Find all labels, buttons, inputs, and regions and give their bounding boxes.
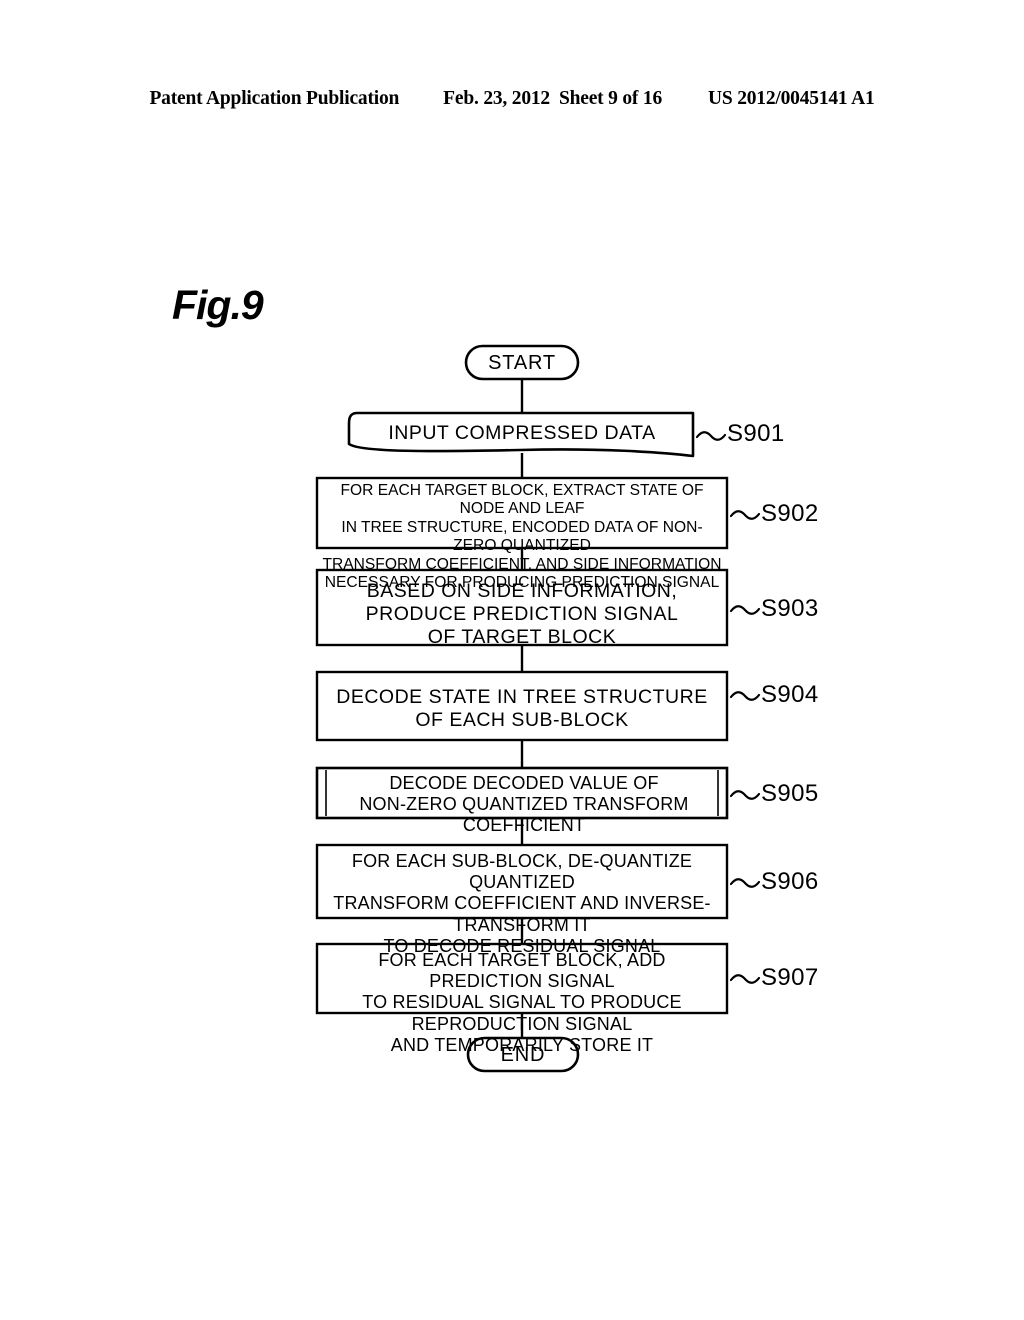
s902-box-shape <box>315 476 729 550</box>
leader-s907 <box>729 974 761 984</box>
step-label-s906: S906 <box>761 868 819 895</box>
leader-s903 <box>729 605 761 615</box>
flowchart-diagram: START INPUT COMPRESSED DATA FOR EACH TAR… <box>0 0 1024 1320</box>
s903-box-shape <box>315 568 729 647</box>
step-label-s904: S904 <box>761 681 819 708</box>
leader-s904 <box>729 691 761 701</box>
leader-s902 <box>729 510 761 520</box>
s901-document-shape <box>347 411 695 458</box>
s905-box-shape <box>315 766 729 820</box>
leader-s906 <box>729 878 761 888</box>
step-label-s901: S901 <box>727 420 785 447</box>
step-label-s903: S903 <box>761 595 819 622</box>
start-terminal-shape <box>464 344 580 381</box>
leader-s905 <box>729 790 761 800</box>
step-label-s907: S907 <box>761 964 819 991</box>
leader-s901 <box>695 431 727 441</box>
end-terminal-shape <box>466 1036 580 1073</box>
s904-box-shape <box>315 670 729 742</box>
step-label-s902: S902 <box>761 500 819 527</box>
s906-box-shape <box>315 843 729 920</box>
flowchart-vector-layer <box>315 344 761 1073</box>
s907-box-shape <box>315 942 729 1015</box>
step-label-s905: S905 <box>761 780 819 807</box>
